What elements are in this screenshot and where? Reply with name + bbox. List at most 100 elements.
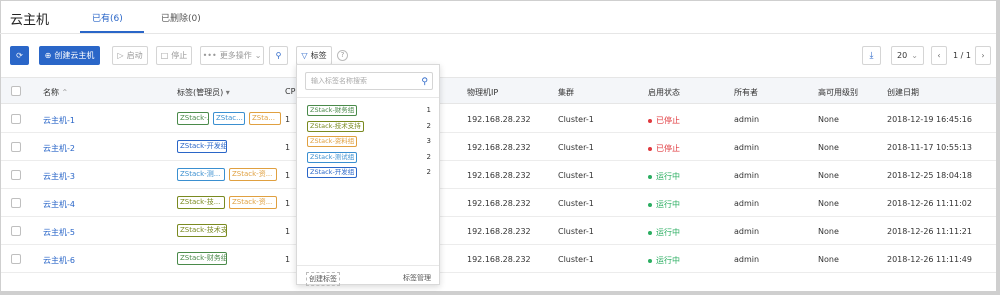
created-cell: 2018-12-26 11:11:49	[887, 255, 972, 264]
search-button[interactable]: ⚲	[269, 46, 288, 65]
plus-circle-icon: ⊕	[44, 51, 52, 60]
page-indicator: 1 / 1	[953, 51, 971, 60]
vm-name-link[interactable]: 云主机-3	[43, 171, 75, 182]
ha-cell: None	[818, 143, 839, 152]
row-checkbox[interactable]	[11, 226, 21, 236]
active-tab-indicator	[80, 31, 144, 33]
tag-count: 2	[426, 168, 431, 176]
vm-tag[interactable]: ZStack-技...	[177, 196, 225, 209]
vm-name-link[interactable]: 云主机-5	[43, 227, 75, 238]
vm-tag[interactable]: ZStack-财务组	[177, 252, 227, 265]
vm-tag[interactable]: ZStac...	[213, 112, 245, 125]
row-checkbox[interactable]	[11, 114, 21, 124]
owner-cell: admin	[734, 143, 760, 152]
chevron-down-icon: ⌄	[254, 51, 262, 60]
tab-deleted[interactable]: 已删除(0)	[161, 11, 201, 24]
vm-tag[interactable]: ZStack-资...	[229, 168, 277, 181]
chevron-left-icon: ‹	[937, 51, 941, 60]
status-dot-icon	[648, 146, 652, 151]
tag-count: 3	[426, 137, 431, 145]
start-button[interactable]: ▷ 启动	[112, 46, 148, 65]
cluster-cell: Cluster-1	[558, 143, 594, 152]
help-icon[interactable]: ?	[337, 50, 348, 61]
state-label: 已停止	[656, 116, 680, 125]
vm-name-link[interactable]: 云主机-1	[43, 115, 75, 126]
vm-tag[interactable]: ZStack-...	[177, 112, 209, 125]
state-label: 运行中	[656, 172, 680, 181]
next-page-button[interactable]: ›	[975, 46, 991, 65]
chevron-down-icon: ⌄	[911, 51, 918, 60]
refresh-button[interactable]: ⟳	[10, 46, 29, 65]
vm-tag[interactable]: ZStack-开发组	[177, 140, 227, 153]
tag-list-item[interactable]: ZStack-技术支持 2	[307, 120, 431, 133]
table-row[interactable]: 云主机-4 ZStack-技... ZStack-资... 1 192.168.28.2…	[1, 189, 996, 217]
more-dots-icon: •••	[202, 51, 217, 60]
table-row[interactable]: 云主机-1 ZStack-... ZStac... ZSta... 1 192.168.2…	[1, 105, 996, 133]
create-vm-label: 创建云主机	[54, 51, 95, 60]
status-dot-icon	[648, 174, 652, 179]
stop-label: 停止	[171, 51, 188, 60]
state-cell: 运行中	[648, 171, 680, 182]
download-button[interactable]: ⤓	[862, 46, 881, 65]
row-checkbox[interactable]	[11, 198, 21, 208]
tag-list-item[interactable]: ZStack-财务组 1	[307, 105, 431, 117]
status-dot-icon	[648, 118, 652, 123]
create-tag-button[interactable]: 创建标签	[306, 272, 340, 286]
chevron-right-icon: ›	[981, 51, 985, 60]
vm-name-link[interactable]: 云主机-2	[43, 143, 75, 154]
state-cell: 运行中	[648, 255, 680, 266]
cpu-cell: 1	[285, 199, 291, 208]
state-label: 运行中	[656, 256, 680, 265]
cpu-cell: 1	[285, 171, 291, 180]
ip-cell: 192.168.28.232	[467, 115, 531, 124]
table-row[interactable]: 云主机-5 ZStack-技术支持 1 192.168.28.232 Cluster-1…	[1, 217, 996, 245]
page-header: 云主机 已有(6) 已删除(0)	[0, 0, 996, 34]
tag-search-input[interactable]: 输入标签名称搜索 ⚲	[305, 72, 433, 90]
vm-tag[interactable]: ZStack-技术支持	[177, 224, 227, 237]
tag-list-item[interactable]: ZStack-资料组 3	[307, 136, 431, 148]
col-header-name[interactable]: 名称 ⌃	[43, 87, 68, 98]
state-cell: 运行中	[648, 227, 680, 238]
vm-name-link[interactable]: 云主机-6	[43, 255, 75, 266]
stop-button[interactable]: □ 停止	[156, 46, 192, 65]
table-row[interactable]: 云主机-3 ZStack-测... ZStack-资... 1 192.168.28.2…	[1, 161, 996, 189]
more-actions-label: 更多操作	[219, 51, 252, 60]
table-row[interactable]: 云主机-6 ZStack-财务组 1 192.168.28.232 Cluster-1 运…	[1, 245, 996, 273]
filter-icon: ▽	[301, 51, 308, 60]
row-checkbox[interactable]	[11, 142, 21, 152]
vm-tag[interactable]: ZStack-测...	[177, 168, 225, 181]
cpu-cell: 1	[285, 255, 291, 264]
prev-page-button[interactable]: ‹	[931, 46, 947, 65]
select-all-checkbox[interactable]	[11, 86, 21, 96]
ip-cell: 192.168.28.232	[467, 199, 531, 208]
table-row[interactable]: 云主机-2 ZStack-开发组 1 192.168.28.232 Cluster-1 已…	[1, 133, 996, 161]
tag-list-item[interactable]: ZStack-开发组 2	[307, 167, 431, 179]
tag-count: 2	[426, 121, 431, 130]
col-header-tags[interactable]: 标签(管理员) ▾	[177, 87, 230, 98]
tab-existing[interactable]: 已有(6)	[92, 11, 123, 24]
create-vm-button[interactable]: ⊕ 创建云主机	[39, 46, 100, 65]
row-checkbox[interactable]	[11, 170, 21, 180]
created-cell: 2018-12-26 11:11:02	[887, 199, 972, 208]
ip-cell: 192.168.28.232	[467, 171, 531, 180]
cluster-cell: Cluster-1	[558, 199, 594, 208]
cluster-cell: Cluster-1	[558, 171, 594, 180]
tag-list-item[interactable]: ZStack-测试组 2	[307, 151, 431, 164]
created-cell: 2018-12-26 11:11:21	[887, 227, 972, 236]
tag-filter-label: 标签	[310, 51, 327, 60]
vm-name-link[interactable]: 云主机-4	[43, 199, 75, 210]
vm-tag[interactable]: ZStack-资...	[229, 196, 277, 209]
ha-cell: None	[818, 227, 839, 236]
tag-filter-button[interactable]: ▽ 标签	[296, 46, 332, 65]
page-size-select[interactable]: 20 ⌄	[891, 46, 924, 65]
row-checkbox[interactable]	[11, 254, 21, 264]
more-actions-button[interactable]: ••• 更多操作 ⌄	[200, 46, 264, 65]
col-header-tags-label: 标签(管理员)	[177, 88, 224, 97]
manage-tags-link[interactable]: 标签管理	[403, 273, 431, 283]
col-header-ip: 物理机IP	[467, 88, 499, 97]
download-icon: ⤓	[869, 50, 874, 61]
created-cell: 2018-11-17 10:55:13	[887, 143, 972, 152]
created-cell: 2018-12-19 16:45:16	[887, 115, 972, 124]
vm-tag[interactable]: ZSta...	[249, 112, 281, 125]
search-icon: ⚲	[275, 51, 282, 60]
